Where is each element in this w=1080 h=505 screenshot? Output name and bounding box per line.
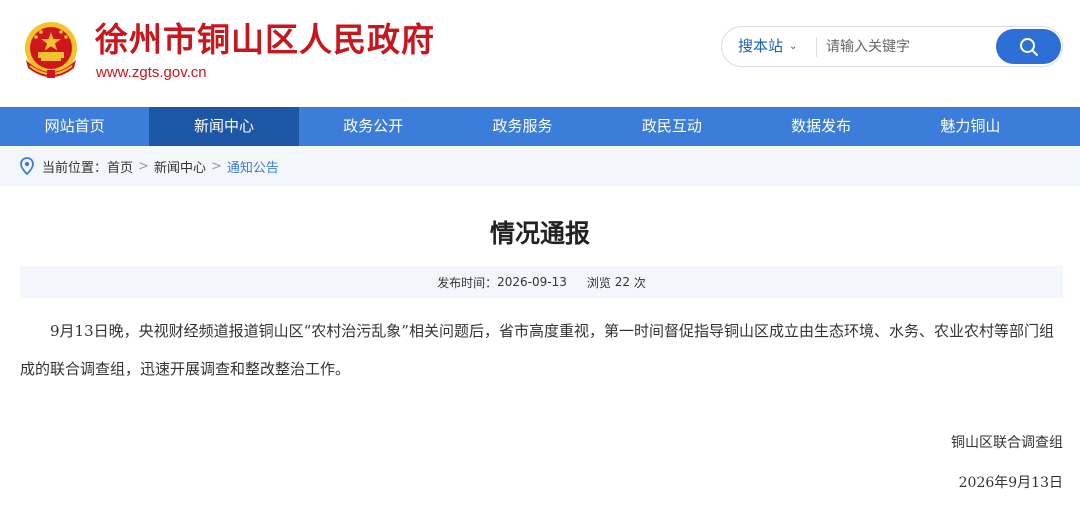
views-label: 浏览	[586, 275, 611, 290]
breadcrumb: 当前位置： 首页 > 新闻中心 > 通知公告	[20, 146, 279, 186]
search-scope-dropdown[interactable]: 搜本站 ⌄	[738, 27, 797, 66]
article-meta: 发布时间： 2026-09-13 浏览 22 次	[20, 266, 1063, 298]
breadcrumb-prefix: 当前位置：	[42, 160, 108, 176]
nav-item-charm[interactable]: 魅力铜山	[896, 107, 1045, 146]
views-unit: 次	[633, 275, 646, 290]
nav-item-home[interactable]: 网站首页	[0, 107, 149, 146]
national-emblem-icon[interactable]	[20, 18, 82, 82]
breadcrumb-separator: >	[210, 158, 222, 174]
main-nav: 网站首页 新闻中心 政务公开 政务服务 政民互动 数据发布 魅力铜山	[0, 107, 1080, 146]
site-header: 徐州市铜山区人民政府 www.zgts.gov.cn 搜本站 ⌄	[0, 0, 1080, 107]
search-icon	[1019, 37, 1038, 56]
nav-item-news[interactable]: 新闻中心	[149, 107, 299, 146]
site-url[interactable]: www.zgts.gov.cn	[96, 64, 207, 82]
search-scope-label: 搜本站	[738, 37, 784, 55]
location-pin-icon	[20, 157, 34, 175]
nav-item-data[interactable]: 数据发布	[746, 107, 895, 146]
publish-date: 2026-09-13	[497, 275, 567, 289]
nav-item-gov-services[interactable]: 政务服务	[448, 107, 597, 146]
views-count: 22	[614, 275, 631, 289]
search-divider	[816, 37, 817, 57]
search-button[interactable]	[996, 29, 1061, 64]
article-title: 情况通报	[489, 219, 590, 248]
search-input[interactable]	[826, 33, 986, 61]
breadcrumb-news[interactable]: 新闻中心	[154, 157, 206, 176]
nav-item-interaction[interactable]: 政民互动	[597, 107, 746, 146]
publish-label: 发布时间：	[437, 275, 498, 290]
nav-item-gov-affairs[interactable]: 政务公开	[299, 107, 448, 146]
breadcrumb-bar: 当前位置： 首页 > 新闻中心 > 通知公告	[0, 146, 1080, 186]
breadcrumb-home[interactable]: 首页	[107, 157, 133, 176]
chevron-down-icon: ⌄	[789, 41, 798, 52]
breadcrumb-separator: >	[138, 158, 149, 174]
site-title[interactable]: 徐州市铜山区人民政府	[95, 20, 435, 60]
article-body: 9月13日晚，央视财经频道报道铜山区“农村治污乱象”相关问题后，省市高度重视，第…	[20, 322, 1054, 378]
search-box: 搜本站 ⌄	[721, 26, 1063, 67]
breadcrumb-notices[interactable]: 通知公告	[227, 157, 279, 176]
signature-date: 2026年9月13日	[958, 475, 1063, 491]
signature-org: 铜山区联合调查组	[951, 435, 1063, 451]
